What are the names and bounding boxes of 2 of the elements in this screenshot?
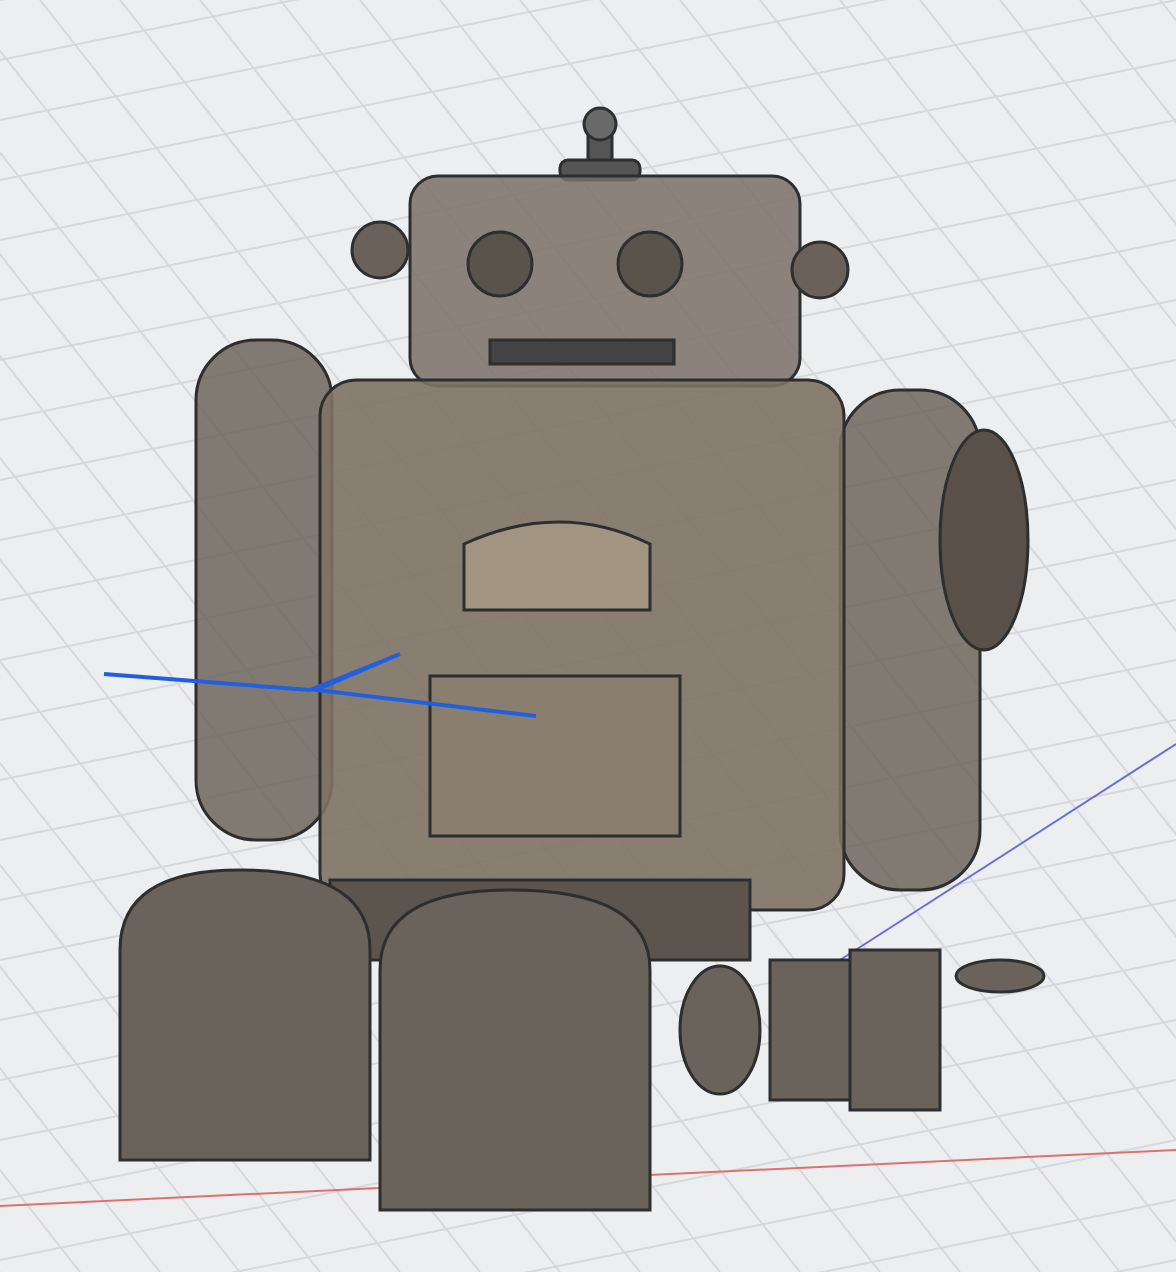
sketch-line[interactable] (103, 652, 537, 718)
robot-model-drawing[interactable] (118, 106, 1046, 1212)
